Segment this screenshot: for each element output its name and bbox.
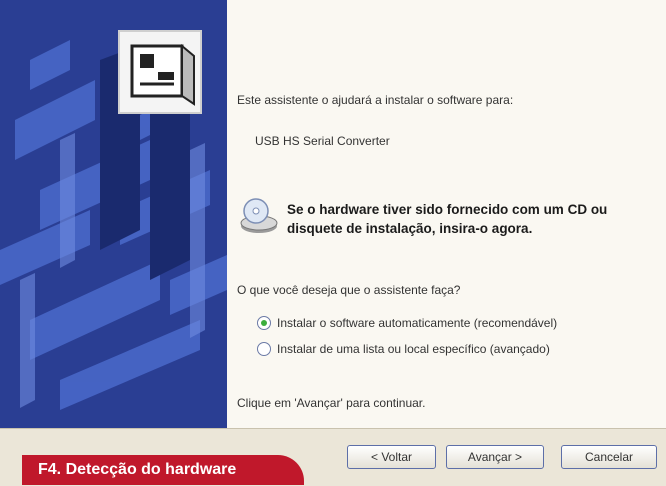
intro-text: Este assistente o ajudará a instalar o s… (237, 93, 514, 107)
device-name: USB HS Serial Converter (255, 134, 390, 148)
hardware-wizard-icon (118, 30, 202, 114)
option-install-automatic[interactable]: Instalar o software automaticamente (rec… (257, 314, 557, 332)
option-label: Instalar de uma lista ou local específic… (277, 342, 550, 356)
hardware-wizard-window: Este assistente o ajudará a instalar o s… (0, 0, 666, 486)
radio-button-selected[interactable] (257, 316, 271, 330)
cancel-button[interactable]: Cancelar (561, 445, 657, 469)
continue-hint: Clique em 'Avançar' para continuar. (237, 396, 426, 410)
wizard-side-banner (0, 0, 227, 428)
cd-prompt-text: Se o hardware tiver sido fornecido com u… (287, 202, 608, 236)
back-button[interactable]: < Voltar (347, 445, 436, 469)
wizard-content-panel: Este assistente o ajudará a instalar o s… (227, 0, 666, 428)
figure-caption: F4. Detecção do hardware (22, 455, 304, 485)
radio-button[interactable] (257, 342, 271, 356)
wizard-question: O que você deseja que o assistente faça? (237, 283, 461, 297)
next-button[interactable]: Avançar > (446, 445, 544, 469)
option-label: Instalar o software automaticamente (rec… (277, 316, 558, 330)
option-install-from-list[interactable]: Instalar de uma lista ou local específic… (257, 340, 550, 358)
cd-drive-icon (239, 196, 279, 236)
cd-prompt-row: Se o hardware tiver sido fornecido com u… (239, 196, 659, 246)
